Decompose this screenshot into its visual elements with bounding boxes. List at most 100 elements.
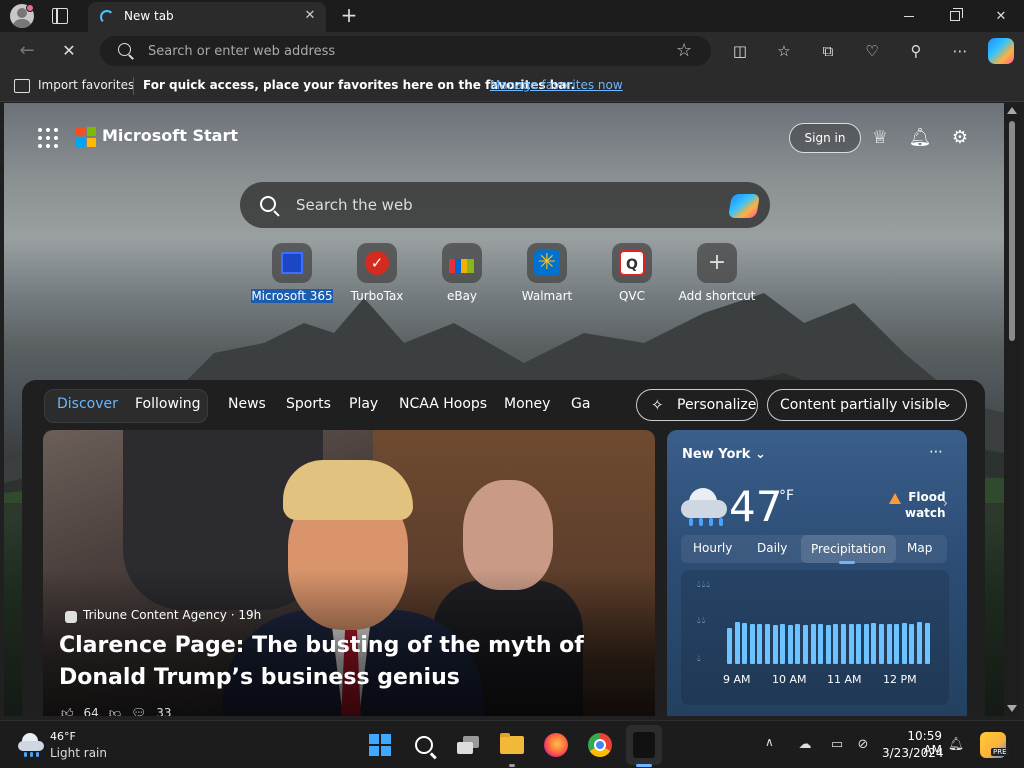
shortcut-microsoft-365[interactable]: Microsoft 365 — [247, 243, 337, 304]
hero-headline[interactable]: Clarence Page: The busting of the myth o… — [59, 630, 639, 694]
rewards-trophy-icon[interactable]: ♕ — [868, 125, 892, 149]
scroll-down-arrow-icon[interactable] — [1007, 705, 1017, 712]
onedrive-icon[interactable]: ☁ — [796, 735, 814, 753]
favorite-star-icon[interactable]: ☆ — [676, 41, 692, 61]
weather-widget-icon[interactable] — [18, 733, 44, 757]
weather-tab-map[interactable]: Map — [907, 541, 932, 555]
feed-mode-toggle: Discover Following — [44, 389, 208, 423]
search-icon — [415, 736, 433, 754]
settings-gear-icon[interactable]: ⚙ — [948, 125, 972, 149]
shortcut-ebay[interactable]: eBay — [417, 243, 507, 304]
taskbar-search-button[interactable] — [408, 729, 440, 761]
nav-gaming[interactable]: Ga — [571, 396, 590, 412]
hero-source[interactable]: Tribune Content Agency · 19h — [83, 608, 261, 622]
weather-tab-precipitation[interactable]: Precipitation — [801, 535, 897, 563]
nav-ncaa-hoops[interactable]: NCAA Hoops — [399, 396, 487, 412]
weather-tab-daily[interactable]: Daily — [757, 541, 787, 555]
web-search-box[interactable] — [240, 182, 770, 228]
like-count: 64 — [83, 706, 99, 716]
shortcut-qvc[interactable]: Q QVC — [587, 243, 677, 304]
tab-actions-icon[interactable] — [52, 8, 68, 24]
copilot-icon[interactable] — [727, 194, 761, 218]
shortcut-walmart[interactable]: ✳ Walmart — [502, 243, 592, 304]
chart-tick-label: 10 AM — [772, 673, 807, 686]
firefox-button[interactable] — [540, 729, 572, 761]
shortcut-tile[interactable]: Q — [612, 243, 652, 283]
more-options-icon[interactable]: ⋯ — [950, 41, 970, 61]
hero-news-card[interactable]: Tribune Content Agency · 19h Clarence Pa… — [43, 430, 655, 716]
shortcut-label: Walmart — [521, 289, 573, 303]
shortcut-tile[interactable]: ✓ — [357, 243, 397, 283]
weather-unit[interactable]: °F — [779, 488, 794, 504]
brand-title[interactable]: Microsoft Start — [102, 126, 238, 145]
dislike-icon[interactable]: 👎︎ — [109, 706, 121, 716]
favorites-icon[interactable]: ☆ — [774, 41, 794, 61]
manage-favorites-link[interactable]: Manage favorites now — [490, 78, 623, 92]
heavy-rain-icon: 💧︎💧︎💧︎ — [697, 580, 711, 590]
extensions-icon[interactable]: ⚲ — [906, 41, 926, 61]
nav-play[interactable]: Play — [349, 396, 378, 412]
scrollbar-thumb[interactable] — [1009, 121, 1015, 341]
clock-date[interactable]: 3/23/2024 — [882, 746, 944, 760]
chrome-button[interactable] — [584, 729, 616, 761]
shortcut-tile[interactable] — [442, 243, 482, 283]
back-button[interactable]: ← — [16, 41, 38, 61]
split-screen-icon[interactable]: ◫ — [730, 41, 750, 61]
page-scrollbar[interactable] — [1004, 103, 1020, 716]
show-hidden-icons-chevron-icon[interactable]: ∧ — [765, 735, 774, 749]
new-tab-button[interactable]: + — [338, 4, 360, 26]
comment-icon[interactable]: 💬︎ — [131, 706, 146, 716]
title-bar: New tab ✕ + ✕ — [0, 0, 1024, 32]
apps-launcher-icon[interactable] — [38, 128, 58, 148]
precipitation-bars — [727, 618, 937, 664]
weather-tab-hourly[interactable]: Hourly — [693, 541, 732, 555]
shortcut-add[interactable]: + Add shortcut — [672, 243, 762, 304]
task-view-button[interactable] — [452, 729, 484, 761]
address-input[interactable] — [148, 36, 668, 66]
tab-close-icon[interactable]: ✕ — [302, 8, 318, 24]
start-button[interactable] — [364, 729, 396, 761]
shortcut-label: Microsoft 365 — [251, 289, 333, 303]
personalize-button[interactable]: ✧ Personalize — [636, 389, 758, 421]
tab-title: New tab — [124, 9, 174, 23]
sign-in-button[interactable]: Sign in — [789, 123, 861, 153]
close-window-button[interactable]: ✕ — [978, 0, 1024, 32]
display-icon[interactable]: ▭ — [828, 735, 846, 753]
nav-news[interactable]: News — [228, 396, 266, 412]
import-favorites-button[interactable]: Import favorites — [38, 78, 134, 92]
weather-alert[interactable]: Flood watch — [905, 489, 946, 521]
more-options-icon[interactable]: ⋯ — [929, 444, 943, 460]
restore-button[interactable] — [932, 0, 978, 32]
taskbar-weather-temp[interactable]: 46°F — [50, 730, 76, 743]
browser-essentials-icon[interactable]: ♡ — [862, 41, 882, 61]
content-visibility-dropdown[interactable]: Content partially visible ⌄ — [767, 389, 967, 421]
collections-icon[interactable]: ⧉ — [818, 41, 838, 61]
divider — [133, 77, 134, 95]
shortcut-tile[interactable] — [272, 243, 312, 283]
address-bar[interactable]: ☆ — [100, 36, 711, 66]
tab-discover[interactable]: Discover — [57, 396, 118, 412]
edge-button[interactable] — [626, 725, 662, 765]
like-icon[interactable]: 👍︎ — [61, 706, 74, 716]
tab-following[interactable]: Following — [135, 396, 201, 412]
chevron-right-icon[interactable]: › — [943, 496, 948, 510]
notification-bell-icon[interactable]: 🔔︎ — [947, 735, 965, 753]
shortcut-turbotax[interactable]: ✓ TurboTax — [332, 243, 422, 304]
taskbar-weather-desc[interactable]: Light rain — [50, 746, 107, 760]
nav-sports[interactable]: Sports — [286, 396, 331, 412]
file-explorer-button[interactable] — [496, 729, 528, 761]
shortcut-tile[interactable]: + — [697, 243, 737, 283]
stop-loading-button[interactable]: ✕ — [58, 41, 80, 61]
minimize-button[interactable] — [886, 0, 932, 32]
tab-new-tab[interactable]: New tab ✕ — [88, 2, 326, 32]
precipitation-bar — [765, 623, 770, 664]
copilot-icon[interactable] — [988, 38, 1014, 64]
shortcut-tile[interactable]: ✳ — [527, 243, 567, 283]
web-search-input[interactable] — [296, 182, 716, 228]
scroll-up-arrow-icon[interactable] — [1007, 107, 1017, 114]
notifications-bell-icon[interactable]: 🔔︎ — [908, 125, 932, 149]
weather-card[interactable]: New York ⌄ ⋯ 47 °F Flood watch › Hourly … — [667, 430, 967, 716]
nav-money[interactable]: Money — [504, 396, 550, 412]
network-icon[interactable]: ⊘ — [854, 735, 872, 753]
weather-city-selector[interactable]: New York ⌄ — [682, 447, 766, 462]
